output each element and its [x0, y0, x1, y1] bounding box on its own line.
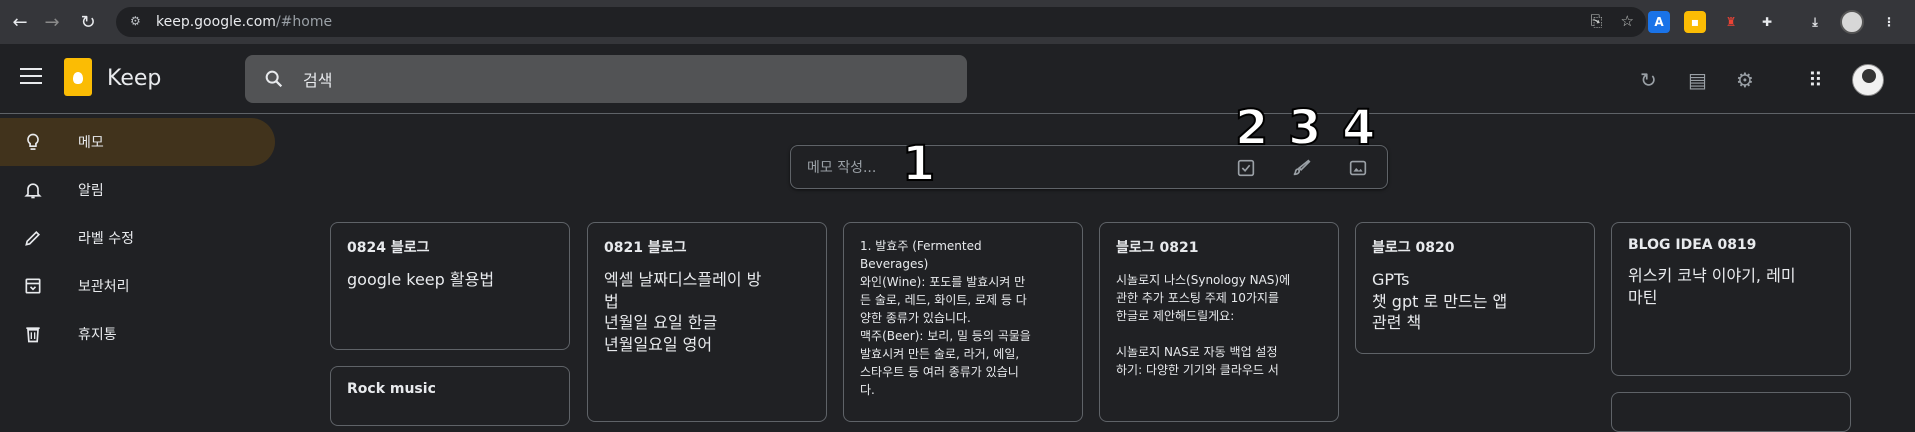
browser-toolbar: ← → ↻ ⚙ keep.google.com/#home ⎘ ☆ A ▪ ♜ …: [0, 0, 1915, 44]
search-icon[interactable]: [263, 68, 285, 90]
back-arrow-icon[interactable]: ←: [6, 8, 34, 36]
pencil-icon: [22, 227, 44, 249]
note-title: Rock music: [347, 381, 436, 397]
puzzle-extensions-icon[interactable]: ✚: [1756, 11, 1778, 33]
settings-gear-icon[interactable]: ⚙: [1736, 68, 1754, 92]
trash-icon: [22, 323, 44, 345]
note-title: 블로그 0820: [1372, 240, 1455, 256]
annotation-number-2: 2: [1234, 100, 1269, 156]
extension-icon[interactable]: ♜: [1720, 11, 1742, 33]
forward-arrow-icon[interactable]: →: [38, 8, 66, 36]
url-text: keep.google.com/#home: [156, 14, 332, 30]
browser-menu-icon[interactable]: ⋮: [1878, 11, 1900, 33]
sidebar-item-label: 라벨 수정: [78, 231, 134, 247]
browser-profile-avatar[interactable]: [1840, 10, 1864, 34]
keep-logo-icon[interactable]: [64, 58, 92, 96]
archive-icon: [22, 275, 44, 297]
sidebar: 메모 알림 라벨 수정 보관처리 휴지통: [0, 118, 280, 358]
new-image-icon[interactable]: [1347, 157, 1369, 179]
sidebar-item-trash[interactable]: 휴지통: [0, 310, 280, 358]
note-card[interactable]: 1. 발효주 (Fermented Beverages) 와인(Wine): 포…: [843, 222, 1083, 422]
note-body: 엑셀 날짜디스플레이 방 법 년월일 요일 한글 년월일요일 영어: [604, 270, 762, 354]
note-card[interactable]: 블로그 0820 GPTs 챗 gpt 로 만드는 앱 관련 책: [1355, 222, 1595, 354]
reload-icon[interactable]: ↻: [74, 8, 102, 36]
main-menu-icon[interactable]: [20, 68, 42, 84]
note-body: 시놀로지 나스(Synology NAS)에 관한 추가 포스팅 주제 10가지…: [1116, 273, 1291, 377]
url-host: keep.google.com: [156, 14, 276, 30]
sidebar-item-label: 휴지통: [78, 327, 117, 343]
note-body: 1. 발효주 (Fermented Beverages) 와인(Wine): 포…: [860, 239, 1031, 397]
account-avatar[interactable]: [1852, 64, 1884, 96]
note-body: google keep 활용법: [347, 270, 495, 289]
note-card[interactable]: Rock music: [330, 366, 570, 426]
annotation-number-1: 1: [901, 136, 936, 192]
list-view-icon[interactable]: ▤: [1688, 68, 1707, 92]
apps-grid-icon[interactable]: ⠿: [1808, 68, 1823, 92]
note-card[interactable]: 블로그 0821 시놀로지 나스(Synology NAS)에 관한 추가 포스…: [1099, 222, 1339, 422]
translate-extension-icon[interactable]: A: [1648, 11, 1670, 33]
bookmark-star-icon[interactable]: ☆: [1621, 12, 1634, 30]
note-title: 0821 블로그: [604, 240, 687, 256]
annotation-number-3: 3: [1287, 100, 1322, 156]
note-title: 0824 블로그: [347, 240, 430, 256]
note-title: BLOG IDEA 0819: [1628, 237, 1757, 253]
search-input[interactable]: 검색: [245, 55, 967, 103]
annotation-number-4: 4: [1341, 100, 1376, 156]
note-card[interactable]: 0824 블로그 google keep 활용법: [330, 222, 570, 350]
install-app-icon[interactable]: ⎘: [1591, 12, 1603, 30]
search-placeholder: 검색: [303, 71, 333, 90]
download-icon[interactable]: ⤓: [1804, 11, 1826, 33]
sidebar-item-archive[interactable]: 보관처리: [0, 262, 280, 310]
new-list-checkbox-icon[interactable]: [1235, 157, 1257, 179]
note-card[interactable]: BLOG IDEA 0819 위스키 코냑 이야기, 레미 마틴: [1611, 222, 1851, 376]
note-body: GPTs 챗 gpt 로 만드는 앱 관련 책: [1372, 270, 1508, 333]
sidebar-item-edit-labels[interactable]: 라벨 수정: [0, 214, 280, 262]
note-card[interactable]: [1611, 392, 1851, 432]
url-path: /#home: [275, 14, 333, 30]
new-drawing-brush-icon[interactable]: [1291, 157, 1313, 179]
site-info-icon[interactable]: ⚙: [130, 14, 146, 30]
note-card[interactable]: 0821 블로그 엑셀 날짜디스플레이 방 법 년월일 요일 한글 년월일요일 …: [587, 222, 827, 422]
refresh-icon[interactable]: ↻: [1640, 68, 1657, 92]
take-note-placeholder: 메모 작성...: [807, 160, 877, 176]
sidebar-item-notes[interactable]: 메모: [0, 118, 275, 166]
sidebar-item-label: 보관처리: [78, 279, 130, 295]
bell-icon: [22, 179, 44, 201]
sidebar-item-reminders[interactable]: 알림: [0, 166, 280, 214]
app-header: Keep 검색 ↻ ▤ ⚙ ⠿: [0, 44, 1915, 114]
address-bar[interactable]: ⚙ keep.google.com/#home ⎘ ☆: [116, 7, 1646, 37]
note-title: 블로그 0821: [1116, 240, 1199, 256]
note-body: 위스키 코냑 이야기, 레미 마틴: [1628, 266, 1796, 307]
keep-extension-icon[interactable]: ▪: [1684, 11, 1706, 33]
lightbulb-icon: [22, 131, 44, 153]
sidebar-item-label: 알림: [78, 183, 104, 199]
app-title[interactable]: Keep: [107, 66, 161, 91]
sidebar-item-label: 메모: [78, 135, 104, 151]
